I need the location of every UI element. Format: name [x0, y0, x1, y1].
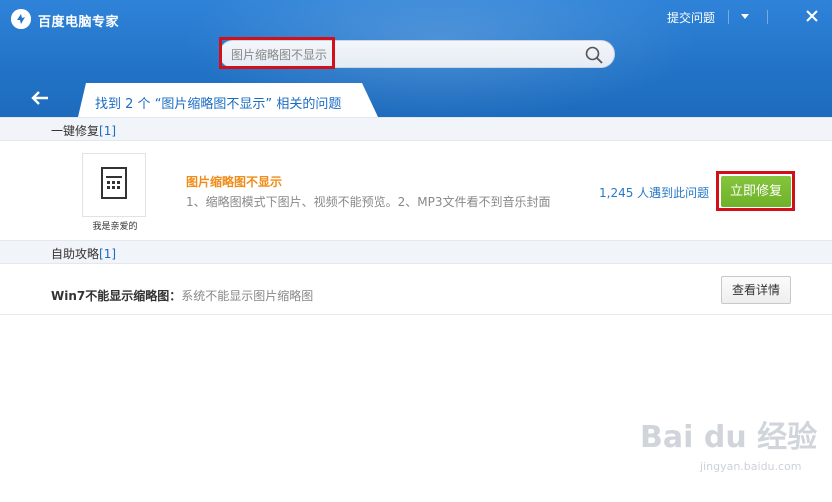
guide-item: Win7不能显示缩略图：系统不能显示图片缩略图	[51, 287, 313, 304]
topbar-divider	[767, 10, 768, 24]
close-icon[interactable]	[802, 6, 822, 26]
topbar-divider	[728, 10, 729, 24]
fix-item-count: 1,245 人遇到此问题	[599, 186, 710, 200]
back-arrow-icon[interactable]	[28, 86, 52, 110]
search-icon[interactable]	[584, 45, 604, 65]
guide-item-title[interactable]: Win7不能显示缩略图：	[51, 289, 181, 303]
results-tab-suffix: 相关的问题	[276, 97, 342, 112]
results-tab-label: 找到 2 个 “图片缩略图不显示” 相关的问题	[95, 93, 341, 112]
section-one-click-title: 一键修复	[51, 124, 100, 138]
section-self-help-title: 自助攻略	[51, 247, 100, 261]
document-icon	[101, 167, 127, 199]
results-tab-prefix: 找到 2 个	[95, 97, 151, 112]
feedback-link[interactable]: 提交问题	[667, 9, 715, 26]
view-details-button[interactable]: 查看详情	[721, 276, 791, 304]
section-one-click-label: 一键修复[1]	[51, 122, 116, 139]
menu-dropdown-icon[interactable]	[735, 6, 755, 26]
section-one-click-fix: 一键修复[1]	[0, 117, 832, 141]
results-tab-query: “图片缩略图不显示”	[154, 97, 273, 112]
section-self-help-label: 自助攻略[1]	[51, 245, 116, 262]
section-self-help: 自助攻略[1]	[0, 240, 832, 264]
fix-highlight-frame	[716, 171, 795, 211]
app-logo-icon	[11, 9, 31, 29]
thumbnail-caption: 我是亲爱的	[92, 222, 138, 232]
fix-item-title[interactable]: 图片缩略图不显示	[186, 173, 282, 190]
fix-item-description: 1、缩略图模式下图片、视频不能预览。2、MP3文件看不到音乐封面	[186, 195, 551, 209]
fix-thumbnail	[82, 153, 146, 217]
list-divider	[0, 314, 832, 315]
app-title: 百度电脑专家	[38, 15, 120, 30]
watermark-logo: Bai du 经验	[640, 420, 818, 455]
search-highlight-frame	[219, 37, 335, 69]
guide-item-description: 系统不能显示图片缩略图	[181, 289, 314, 303]
watermark-url: jingyan.baidu.com	[700, 460, 802, 473]
section-self-help-count: [1]	[99, 247, 117, 261]
section-one-click-count: [1]	[99, 124, 117, 138]
